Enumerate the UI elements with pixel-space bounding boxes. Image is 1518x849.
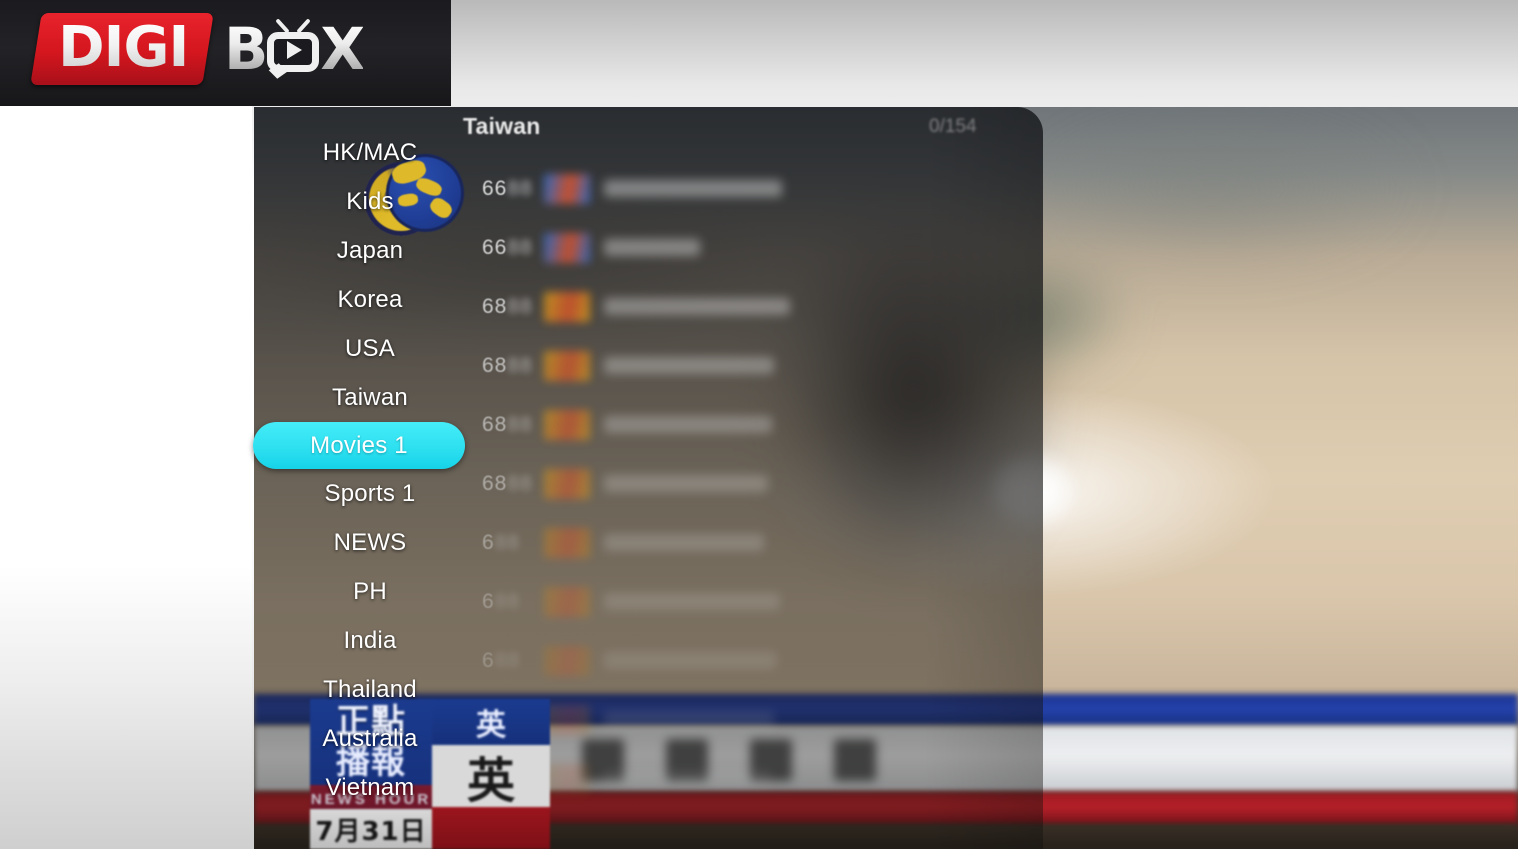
left-white-panel: [0, 105, 252, 849]
channel-logo-icon: [544, 645, 590, 676]
sidebar-item-label: Sports 1: [324, 479, 416, 507]
sidebar-item-label: Kids: [346, 187, 394, 215]
sidebar-item-label: India: [343, 626, 397, 654]
channel-logo-icon: [544, 409, 590, 440]
tv-play-icon: [267, 18, 320, 79]
channel-name: [604, 416, 772, 433]
channel-number: 6688: [482, 235, 533, 259]
sidebar-item-korea[interactable]: Korea: [254, 275, 486, 324]
logo-box-b: B: [224, 15, 268, 83]
channel-logo-icon: [544, 173, 590, 204]
channel-number: 6888: [482, 294, 533, 318]
channel-number: 688: [482, 530, 521, 554]
channel-number: 6688: [482, 176, 533, 200]
channel-number: 6888: [482, 353, 533, 377]
channel-name: [604, 711, 774, 728]
sidebar-item-usa[interactable]: USA: [254, 324, 486, 373]
logo-box-x: X: [320, 15, 365, 83]
sidebar-item-label: Korea: [337, 285, 403, 313]
sidebar-item-label: Movies 1: [310, 431, 408, 459]
sidebar-item-news[interactable]: NEWS: [254, 518, 486, 567]
channel-logo-icon: [544, 527, 590, 558]
sidebar-item-japan[interactable]: Japan: [254, 226, 486, 275]
play-triangle-icon: [287, 41, 303, 59]
channel-logo-icon: [544, 350, 590, 381]
channel-count-badge: 0/154: [929, 116, 977, 137]
logo-digi-badge: DIGI: [30, 13, 214, 85]
digibox-logo[interactable]: DIGI B X: [30, 9, 365, 89]
sidebar-item-ph[interactable]: PH: [254, 567, 486, 616]
sidebar-item-label: Japan: [336, 236, 404, 264]
channel-logo-icon: [544, 586, 590, 617]
channel-name: [604, 357, 774, 374]
sidebar-item-label: USA: [345, 334, 395, 362]
sidebar-item-australia[interactable]: Australia: [254, 714, 486, 763]
sidebar-item-label: Taiwan: [332, 383, 408, 411]
channel-logo-icon: [544, 468, 590, 499]
channel-name: [604, 770, 770, 787]
sidebar-item-sports-1[interactable]: Sports 1: [254, 469, 486, 518]
channel-number: 688: [482, 648, 521, 672]
app-logo-bar: DIGI B X: [0, 0, 451, 106]
channel-name: [604, 475, 768, 492]
channel-logo-icon: [544, 232, 590, 263]
channel-logo-icon: [544, 763, 590, 794]
logo-box-text: B X: [224, 15, 365, 83]
channel-name: [604, 534, 764, 551]
sidebar-item-taiwan[interactable]: Taiwan: [254, 373, 486, 422]
channel-name: [604, 239, 700, 256]
channel-name: [604, 593, 780, 610]
category-sidebar[interactable]: HK/MAC Kids Japan Korea USA Taiwan Movies 1 Spo…: [253, 128, 486, 838]
sidebar-item-india[interactable]: India: [254, 616, 486, 665]
logo-digi-text: DIGI: [58, 15, 189, 80]
category-items[interactable]: HK/MAC Kids Japan Korea USA Taiwan Movies 1 Spo…: [253, 128, 486, 812]
sidebar-item-label: Vietnam: [325, 773, 415, 801]
sidebar-item-label: NEWS: [333, 528, 407, 556]
sidebar-item-label: Australia: [322, 724, 418, 752]
sidebar-item-kids[interactable]: Kids: [254, 177, 486, 226]
sidebar-item-movies-1[interactable]: Movies 1: [253, 422, 465, 469]
sidebar-item-thailand[interactable]: Thailand: [254, 665, 486, 714]
sidebar-item-label: Thailand: [323, 675, 417, 703]
sidebar-item-vietnam[interactable]: Vietnam: [254, 763, 486, 812]
channel-name: [604, 180, 782, 197]
channel-name: [604, 652, 776, 669]
sidebar-item-label: HK/MAC: [322, 138, 418, 166]
channel-number: 688: [482, 589, 521, 613]
channel-number: 6888: [482, 412, 533, 436]
sidebar-item-hk-mac[interactable]: HK/MAC: [254, 128, 486, 177]
screen: DIGI B X Taiwan 0/154 6688 6688 6888 688…: [0, 0, 1518, 849]
channel-logo-icon: [544, 704, 590, 735]
sidebar-item-label: PH: [353, 577, 387, 605]
channel-name: [604, 298, 790, 315]
channel-number: 6888: [482, 471, 533, 495]
channel-logo-icon: [544, 291, 590, 322]
